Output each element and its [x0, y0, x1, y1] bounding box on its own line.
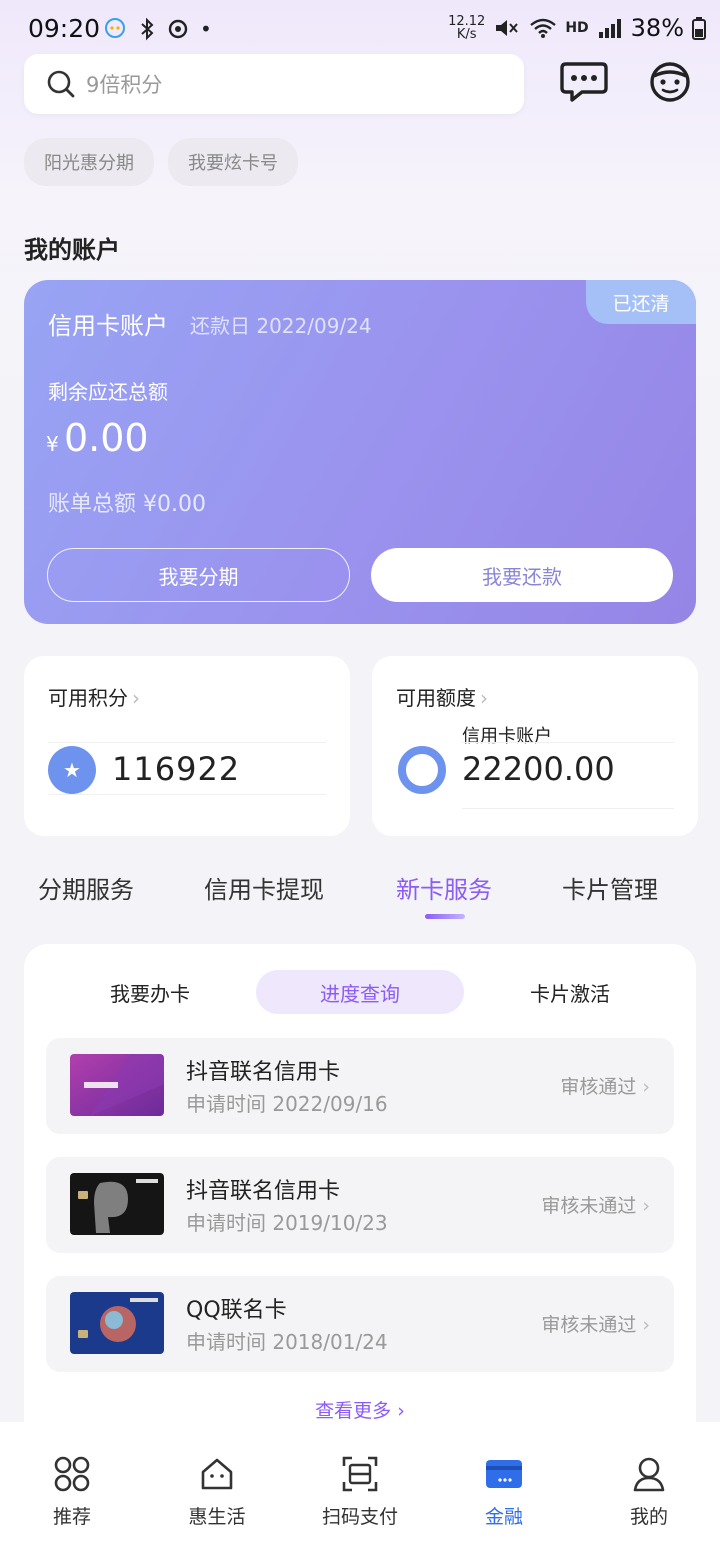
due-day: 还款日 2022/09/24: [190, 314, 372, 338]
quick-chips: 阳光惠分期 我要炫卡号: [24, 138, 298, 186]
section-title: 我的账户: [24, 236, 120, 264]
nav-label: 我的: [629, 1506, 668, 1528]
active-tab-indicator: [425, 914, 465, 919]
nav-label: 推荐: [52, 1506, 91, 1528]
status-badge: 已还清: [586, 280, 696, 324]
network-speed: 12.12 K/s: [448, 14, 486, 42]
status-left-icons: •: [102, 16, 212, 42]
apply-time: 申请时间 2022/09/16: [186, 1092, 388, 1116]
limit-value: 22200.00: [462, 750, 615, 788]
currency-symbol: ¥: [46, 432, 59, 456]
chevron-right-icon: ›: [642, 1076, 650, 1098]
assistant-icon: [105, 18, 125, 38]
qq-card-image: [70, 1292, 164, 1354]
status-bar: 09:20 • 12.12 K/s HD 38%: [0, 0, 720, 60]
hd-label: HD: [565, 20, 589, 36]
scan-icon: [342, 1456, 378, 1492]
review-status: 审核未通过 ›: [541, 1195, 650, 1217]
card-name: QQ联名卡: [186, 1298, 287, 1323]
nav-life[interactable]: 惠生活: [167, 1454, 267, 1529]
nav-label: 扫码支付: [321, 1506, 398, 1528]
mute-icon: [496, 20, 519, 36]
review-status: 审核通过 ›: [560, 1076, 650, 1098]
limit-tile[interactable]: 可用额度 › 信用卡账户 22200.00: [372, 656, 698, 836]
search-icon: [47, 70, 75, 98]
tab-card-management[interactable]: 卡片管理: [562, 870, 658, 905]
list-item[interactable]: QQ联名卡 申请时间 2018/01/24 审核未通过 ›: [46, 1276, 674, 1372]
chevron-right-icon: ›: [642, 1195, 650, 1217]
service-tabs: 分期服务 信用卡提现 新卡服务 卡片管理: [0, 870, 720, 920]
douyin-card-black-image: [70, 1173, 164, 1235]
signal-icon: [598, 19, 621, 38]
status-time: 09:20: [28, 14, 101, 43]
nav-scan-pay[interactable]: 扫码支付: [310, 1454, 410, 1529]
divider: [48, 742, 326, 743]
remaining-amount: 0.00: [64, 416, 149, 460]
installment-button[interactable]: 我要分期: [47, 548, 350, 602]
chevron-right-icon: ›: [642, 1314, 650, 1336]
apply-time: 申请时间 2018/01/24: [186, 1330, 388, 1354]
divider: [462, 808, 674, 809]
tab-installment[interactable]: 分期服务: [38, 870, 134, 905]
card-name: 抖音联名信用卡: [186, 1179, 341, 1204]
limit-title: 可用额度 ›: [396, 686, 488, 710]
tab-cash-withdraw[interactable]: 信用卡提现: [204, 870, 324, 905]
chevron-right-icon: ›: [132, 686, 140, 710]
chevron-right-icon: ›: [480, 686, 488, 710]
chip-installment[interactable]: 阳光惠分期: [24, 138, 154, 186]
nav-label: 金融: [484, 1506, 523, 1528]
tab-new-card[interactable]: 新卡服务: [396, 870, 492, 905]
chip-show-card[interactable]: 我要炫卡号: [168, 138, 298, 186]
grid-icon: [54, 1456, 90, 1492]
ring-icon: [398, 746, 446, 794]
dot-icon: •: [200, 17, 212, 41]
limit-sub-label: 信用卡账户: [462, 726, 552, 747]
card-name: 抖音联名信用卡: [186, 1060, 341, 1085]
account-title: 信用卡账户: [48, 312, 168, 340]
repay-button[interactable]: 我要还款: [371, 548, 673, 602]
battery-icon: [692, 17, 706, 40]
divider: [462, 742, 674, 743]
list-item[interactable]: 抖音联名信用卡 申请时间 2019/10/23 审核未通过 ›: [46, 1157, 674, 1253]
subtab-activate[interactable]: 卡片激活: [466, 970, 674, 1014]
subtab-progress[interactable]: 进度查询: [256, 970, 464, 1014]
card-icon: [486, 1460, 522, 1488]
new-card-panel: 我要办卡 进度查询 卡片激活 抖音联名信用卡 申请时间 2022/09/16 审…: [24, 944, 696, 1444]
see-more-link[interactable]: 查看更多 ›: [24, 1396, 696, 1423]
review-status: 审核未通过 ›: [541, 1314, 650, 1336]
divider: [48, 794, 326, 795]
customer-service-icon[interactable]: [646, 60, 694, 104]
nav-mine[interactable]: 我的: [599, 1454, 699, 1529]
douyin-card-purple-image: [70, 1054, 164, 1116]
battery-percent: 38%: [630, 14, 684, 42]
points-value: 116922: [112, 750, 241, 788]
status-right: 12.12 K/s HD 38%: [448, 14, 706, 42]
statement-total: 账单总额 ¥0.00: [48, 492, 206, 517]
user-icon: [633, 1457, 665, 1492]
nav-finance[interactable]: 金融: [454, 1454, 554, 1529]
points-tile[interactable]: 可用积分 › ★ 116922: [24, 656, 350, 836]
search-input[interactable]: 9倍积分: [24, 54, 524, 114]
bluetooth-icon: [141, 17, 154, 41]
nav-recommend[interactable]: 推荐: [22, 1454, 122, 1529]
apply-time: 申请时间 2019/10/23: [186, 1211, 388, 1235]
nav-label: 惠生活: [188, 1506, 246, 1528]
list-item[interactable]: 抖音联名信用卡 申请时间 2022/09/16 审核通过 ›: [46, 1038, 674, 1134]
bottom-nav: 推荐 惠生活 扫码支付 金融 我的: [0, 1422, 720, 1544]
home-icon: [201, 1458, 233, 1490]
remaining-label: 剩余应还总额: [48, 380, 168, 404]
wifi-icon: [530, 18, 557, 38]
star-icon: ★: [48, 746, 96, 794]
sync-icon: [168, 19, 188, 39]
chevron-right-icon: ›: [397, 1400, 405, 1422]
subtab-apply-card[interactable]: 我要办卡: [46, 970, 254, 1014]
message-icon[interactable]: [560, 60, 608, 104]
search-placeholder: 9倍积分: [86, 73, 163, 97]
credit-account-card[interactable]: 已还清 信用卡账户 还款日 2022/09/24 剩余应还总额 ¥ 0.00 账…: [24, 280, 696, 624]
points-title: 可用积分 ›: [48, 686, 140, 710]
